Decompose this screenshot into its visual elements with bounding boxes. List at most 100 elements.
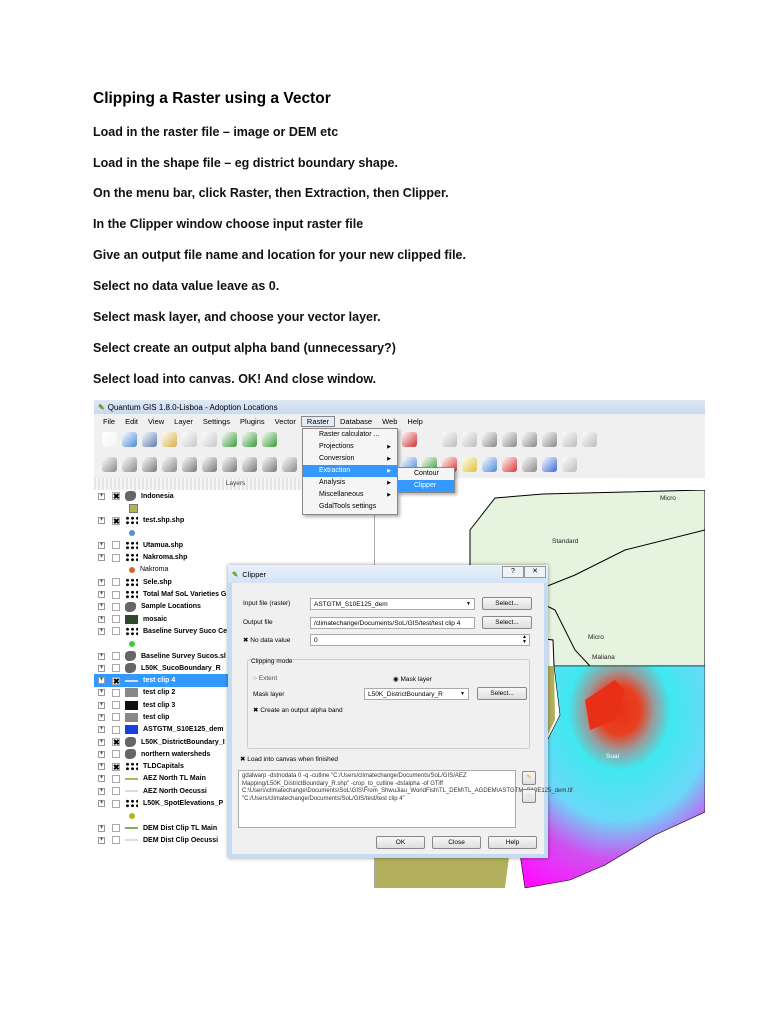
expand-toggle-icon[interactable]: + [98,578,105,586]
toolbar-button-icon[interactable] [142,431,157,447]
layer-visibility-checkbox[interactable]: ✖ [112,762,120,771]
close-icon[interactable]: ✕ [524,566,546,578]
toolbar-button-icon[interactable] [202,456,217,472]
layer-visibility-checkbox[interactable] [112,602,120,611]
expand-toggle-icon[interactable]: + [98,836,105,844]
menu-edit[interactable]: Edit [120,417,143,426]
toolbar-button-icon[interactable] [182,431,197,447]
toolbar-button-icon[interactable] [562,431,577,447]
expand-toggle-icon[interactable]: + [98,517,105,525]
expand-toggle-icon[interactable]: + [98,591,105,599]
output-file-input[interactable]: /climatechange/Documents/SoL/GIS/test/te… [310,617,475,629]
layer-visibility-checkbox[interactable] [112,688,120,697]
layer-visibility-checkbox[interactable] [112,824,120,833]
toolbar-button-icon[interactable] [202,431,217,447]
toolbar-button-icon[interactable] [522,431,537,447]
toolbar-button-icon[interactable] [222,431,237,447]
layer-visibility-checkbox[interactable]: ✖ [112,738,120,747]
toolbar-button-icon[interactable] [162,456,177,472]
layer-visibility-checkbox[interactable] [112,836,120,845]
toolbar-button-icon[interactable] [242,456,257,472]
edit-icon[interactable]: ✎ [522,771,536,785]
expand-toggle-icon[interactable]: + [98,615,105,623]
toolbar-button-icon[interactable] [542,456,557,472]
expand-toggle-icon[interactable]: + [98,713,105,721]
toolbar-button-icon[interactable] [442,431,457,447]
expand-toggle-icon[interactable]: + [98,775,105,783]
output-select-button[interactable]: Select... [482,616,532,629]
layer-visibility-checkbox[interactable] [112,627,120,636]
menu-item-projections[interactable]: Projections ▶ [303,441,397,453]
menu-item-raster-calculator[interactable]: Raster calculator ... [303,429,397,441]
toolbar-button-icon[interactable] [182,456,197,472]
toolbar-button-icon[interactable] [482,431,497,447]
expand-toggle-icon[interactable]: + [98,677,105,685]
expand-toggle-icon[interactable]: + [98,824,105,832]
menu-item-contour[interactable]: Contour [398,468,454,480]
layer-visibility-checkbox[interactable] [112,725,120,734]
toolbar-button-icon[interactable] [562,456,577,472]
menu-help[interactable]: Help [402,417,427,426]
toolbar-button-icon[interactable] [502,431,517,447]
toolbar-button-icon[interactable] [162,431,177,447]
menu-settings[interactable]: Settings [198,417,235,426]
mask-layer-radio[interactable]: ◉ Mask layer [393,675,432,683]
reset-icon[interactable]: ◌ [522,789,536,803]
alpha-band-checkbox[interactable]: ✖ Create an output alpha band [253,706,343,714]
toolbar-button-icon[interactable] [122,456,137,472]
toolbar-button-icon[interactable] [462,431,477,447]
layer-visibility-checkbox[interactable]: ✖ [112,492,120,501]
layer-visibility-checkbox[interactable] [112,750,120,759]
layer-visibility-checkbox[interactable] [112,553,120,562]
expand-toggle-icon[interactable]: + [98,738,105,746]
toolbar-button-icon[interactable] [282,432,297,447]
spinner-icon[interactable]: ▲ ▼ [522,635,527,645]
toolbar-button-icon[interactable] [542,431,557,447]
toolbar-button-icon[interactable] [502,456,517,472]
layer-item[interactable]: + Utamua.shp [94,539,374,551]
layer-visibility-checkbox[interactable]: ✖ [112,516,120,525]
layer-item[interactable]: + Nakroma.shp [94,551,374,563]
toolbar-button-icon[interactable] [222,456,237,472]
expand-toggle-icon[interactable]: + [98,541,105,549]
expand-toggle-icon[interactable]: + [98,652,105,660]
menu-file[interactable]: File [98,417,120,426]
layer-visibility-checkbox[interactable] [112,774,120,783]
expand-toggle-icon[interactable]: + [98,800,105,808]
expand-toggle-icon[interactable]: + [98,664,105,672]
nodata-value-input[interactable]: 0 ▲ ▼ [310,634,530,646]
layer-item[interactable]: + ✖ test.shp.shp [94,515,374,527]
mask-layer-select[interactable]: L50K_DistrictBoundary_R ▼ [364,688,469,700]
layer-visibility-checkbox[interactable] [112,799,120,808]
toolbar-button-icon[interactable] [262,456,277,472]
menu-item-conversion[interactable]: Conversion ▶ [303,453,397,465]
menu-web[interactable]: Web [377,417,402,426]
expand-toggle-icon[interactable]: + [98,603,105,611]
menu-database[interactable]: Database [335,417,377,426]
layer-visibility-checkbox[interactable] [112,652,120,660]
expand-toggle-icon[interactable]: + [98,763,105,771]
menu-item-gdaltools-settings[interactable]: GdalTools settings [303,501,397,513]
toolbar-button-icon[interactable] [402,431,417,447]
menu-plugins[interactable]: Plugins [235,417,270,426]
toolbar-button-icon[interactable] [522,456,537,472]
toolbar-button-icon[interactable] [242,431,257,447]
ok-button[interactable]: OK [376,836,425,849]
menu-item-extraction[interactable]: Extraction ▶ [303,465,397,477]
close-button[interactable]: Close [432,836,481,849]
expand-toggle-icon[interactable]: + [98,689,105,697]
menu-vector[interactable]: Vector [270,417,301,426]
toolbar-button-icon[interactable] [102,456,117,472]
toolbar-button-icon[interactable] [482,456,497,472]
menu-item-miscellaneous[interactable]: Miscellaneous ▶ [303,489,397,501]
menu-item-analysis[interactable]: Analysis ▶ [303,477,397,489]
layer-visibility-checkbox[interactable] [112,713,120,722]
expand-toggle-icon[interactable]: + [98,492,105,500]
layer-visibility-checkbox[interactable] [112,615,120,624]
expand-toggle-icon[interactable]: + [98,726,105,734]
menu-item-clipper[interactable]: Clipper [398,480,454,492]
menu-raster[interactable]: Raster [300,415,335,427]
expand-toggle-icon[interactable]: + [98,554,105,562]
mask-select-button[interactable]: Select... [477,687,527,700]
layer-visibility-checkbox[interactable] [112,701,120,710]
